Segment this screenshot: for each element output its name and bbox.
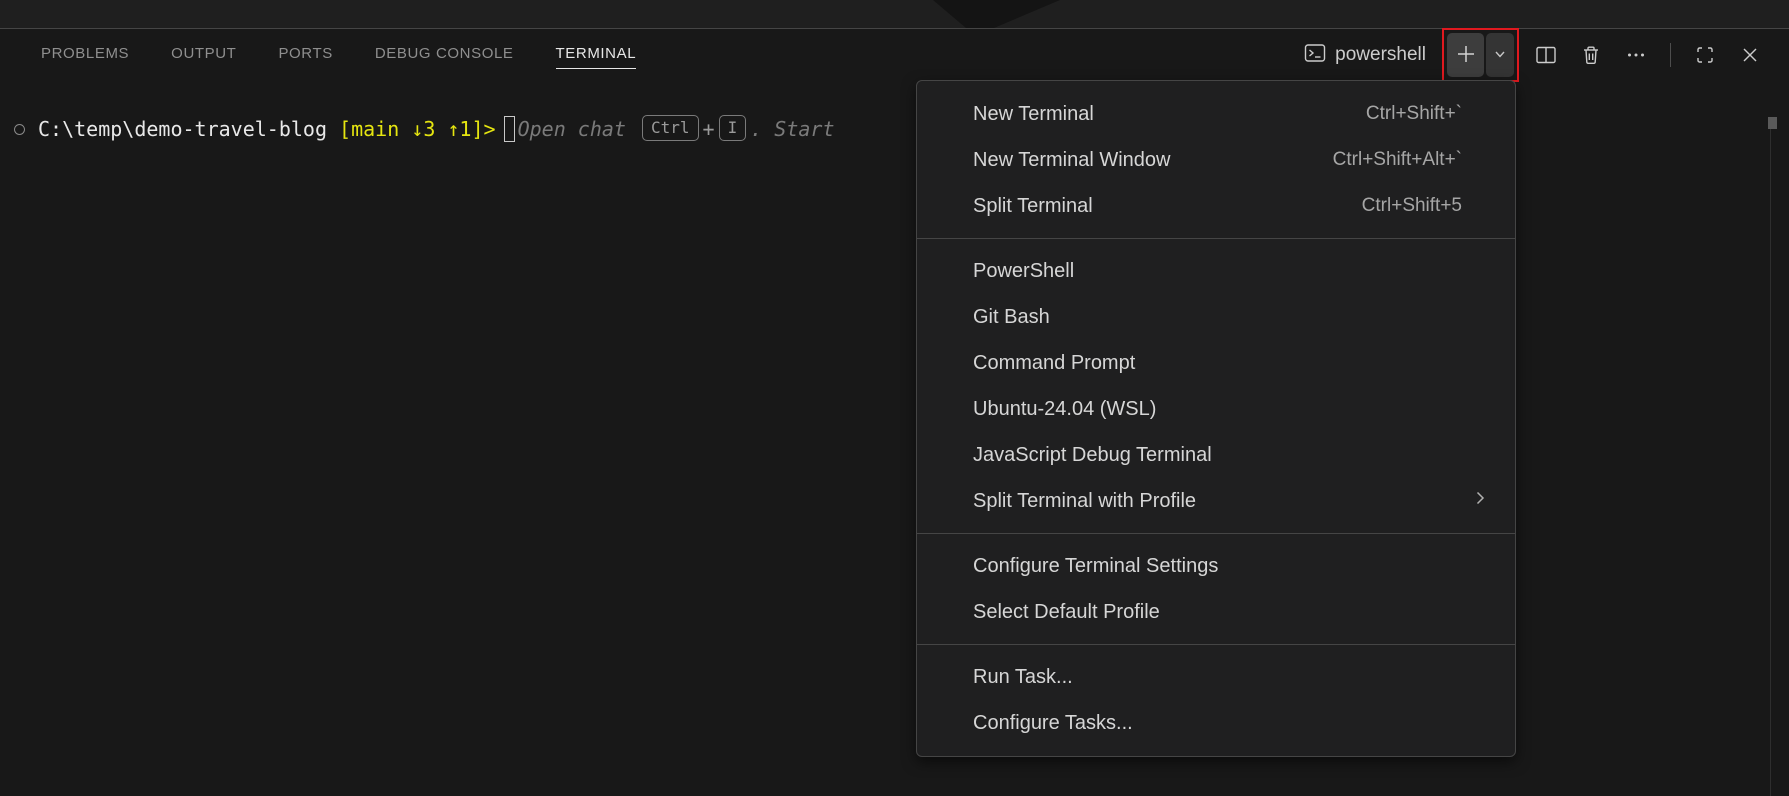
keycap-i: I xyxy=(719,115,747,141)
menu-item-label: Run Task... xyxy=(973,666,1073,689)
terminal-profile-context-menu: New Terminal Ctrl+Shift+` New Terminal W… xyxy=(916,80,1516,757)
close-icon xyxy=(1739,44,1761,66)
menu-item-configure-tasks[interactable]: Configure Tasks... xyxy=(917,700,1515,746)
terminal-cursor xyxy=(504,116,515,142)
menu-item-run-task[interactable]: Run Task... xyxy=(917,654,1515,700)
prompt-char: > xyxy=(484,117,496,141)
toolbar-divider xyxy=(1670,43,1671,67)
terminal-scrollbar-thumb[interactable] xyxy=(1768,117,1777,129)
menu-separator xyxy=(917,644,1515,645)
menu-item-configure-terminal-settings[interactable]: Configure Terminal Settings xyxy=(917,543,1515,589)
menu-item-label: Split Terminal with Profile xyxy=(973,490,1196,513)
close-panel-button[interactable] xyxy=(1733,38,1767,72)
tab-debug-console[interactable]: DEBUG CONSOLE xyxy=(375,39,514,71)
maximize-icon xyxy=(1694,44,1716,66)
plus-icon xyxy=(1454,42,1478,69)
menu-item-label: Command Prompt xyxy=(973,352,1135,375)
panel-toolbar: powershell xyxy=(1304,28,1789,82)
terminal-scrollbar-track xyxy=(1770,117,1771,796)
menu-item-label: Git Bash xyxy=(973,306,1050,329)
kill-terminal-button[interactable] xyxy=(1574,38,1608,72)
menu-item-new-terminal[interactable]: New Terminal Ctrl+Shift+` xyxy=(917,91,1515,137)
menu-item-powershell[interactable]: PowerShell xyxy=(917,248,1515,294)
editor-area-strip xyxy=(0,0,1789,29)
menu-item-label: Select Default Profile xyxy=(973,601,1160,624)
menu-item-ubuntu-wsl[interactable]: Ubuntu-24.04 (WSL) xyxy=(917,386,1515,432)
tab-ports[interactable]: PORTS xyxy=(278,39,332,71)
launch-profile-dropdown-button[interactable] xyxy=(1486,33,1514,77)
split-panel-icon xyxy=(1535,44,1557,66)
terminal-more-actions-button[interactable] xyxy=(1619,38,1653,72)
ellipsis-icon xyxy=(1625,44,1647,66)
prompt-path: C:\temp\demo-travel-blog xyxy=(38,117,327,141)
new-terminal-button[interactable] xyxy=(1447,33,1484,77)
menu-item-select-default-profile[interactable]: Select Default Profile xyxy=(917,589,1515,635)
menu-item-shortcut: Ctrl+Shift+5 xyxy=(1362,195,1462,217)
menu-item-label: PowerShell xyxy=(973,260,1074,283)
menu-item-label: Split Terminal xyxy=(973,195,1093,218)
command-decoration-icon[interactable] xyxy=(14,124,25,135)
menu-item-split-terminal-with-profile[interactable]: Split Terminal with Profile xyxy=(917,478,1515,524)
keycap-ctrl: Ctrl xyxy=(642,115,699,141)
terminal-prompt-line: C:\temp\demo-travel-blog [main ↓3 ↑1]> O… xyxy=(0,114,835,144)
active-shell-chip[interactable]: powershell xyxy=(1304,42,1426,69)
menu-item-label: Configure Tasks... xyxy=(973,712,1133,735)
chevron-right-icon xyxy=(1471,489,1489,513)
chevron-down-icon xyxy=(1492,46,1508,65)
ghost-text-open-chat: Open chat xyxy=(518,117,638,141)
active-shell-label: powershell xyxy=(1335,44,1426,66)
menu-item-label: New Terminal xyxy=(973,103,1094,126)
maximize-panel-button[interactable] xyxy=(1688,38,1722,72)
tab-output[interactable]: OUTPUT xyxy=(171,39,236,71)
tab-terminal[interactable]: TERMINAL xyxy=(556,39,637,71)
menu-item-label: JavaScript Debug Terminal xyxy=(973,444,1212,467)
command-center-notch xyxy=(933,0,1060,28)
panel-tabs: PROBLEMS OUTPUT PORTS DEBUG CONSOLE TERM… xyxy=(0,39,636,71)
keycap-join: + xyxy=(703,117,715,141)
menu-item-shortcut: Ctrl+Shift+` xyxy=(1366,103,1462,125)
toolbar-icons xyxy=(1529,38,1767,72)
menu-item-label: Configure Terminal Settings xyxy=(973,555,1218,578)
menu-item-label: Ubuntu-24.04 (WSL) xyxy=(973,398,1156,421)
panel-header: PROBLEMS OUTPUT PORTS DEBUG CONSOLE TERM… xyxy=(0,30,1789,80)
menu-item-command-prompt[interactable]: Command Prompt xyxy=(917,340,1515,386)
menu-separator xyxy=(917,238,1515,239)
tab-problems[interactable]: PROBLEMS xyxy=(41,39,129,71)
split-terminal-button[interactable] xyxy=(1529,38,1563,72)
highlight-red-box xyxy=(1442,28,1519,82)
menu-item-shortcut: Ctrl+Shift+Alt+` xyxy=(1333,149,1462,171)
menu-separator xyxy=(917,533,1515,534)
terminal-viewport[interactable]: C:\temp\demo-travel-blog [main ↓3 ↑1]> O… xyxy=(0,80,1789,796)
prompt-git-status: [main ↓3 ↑1] xyxy=(327,117,484,141)
menu-item-new-terminal-window[interactable]: New Terminal Window Ctrl+Shift+Alt+` xyxy=(917,137,1515,183)
menu-item-split-terminal[interactable]: Split Terminal Ctrl+Shift+5 xyxy=(917,183,1515,229)
menu-item-label: New Terminal Window xyxy=(973,149,1170,172)
powershell-terminal-icon xyxy=(1304,42,1326,69)
ghost-text-start: . Start xyxy=(750,117,834,141)
menu-item-git-bash[interactable]: Git Bash xyxy=(917,294,1515,340)
trash-icon xyxy=(1580,44,1602,66)
menu-item-js-debug-terminal[interactable]: JavaScript Debug Terminal xyxy=(917,432,1515,478)
